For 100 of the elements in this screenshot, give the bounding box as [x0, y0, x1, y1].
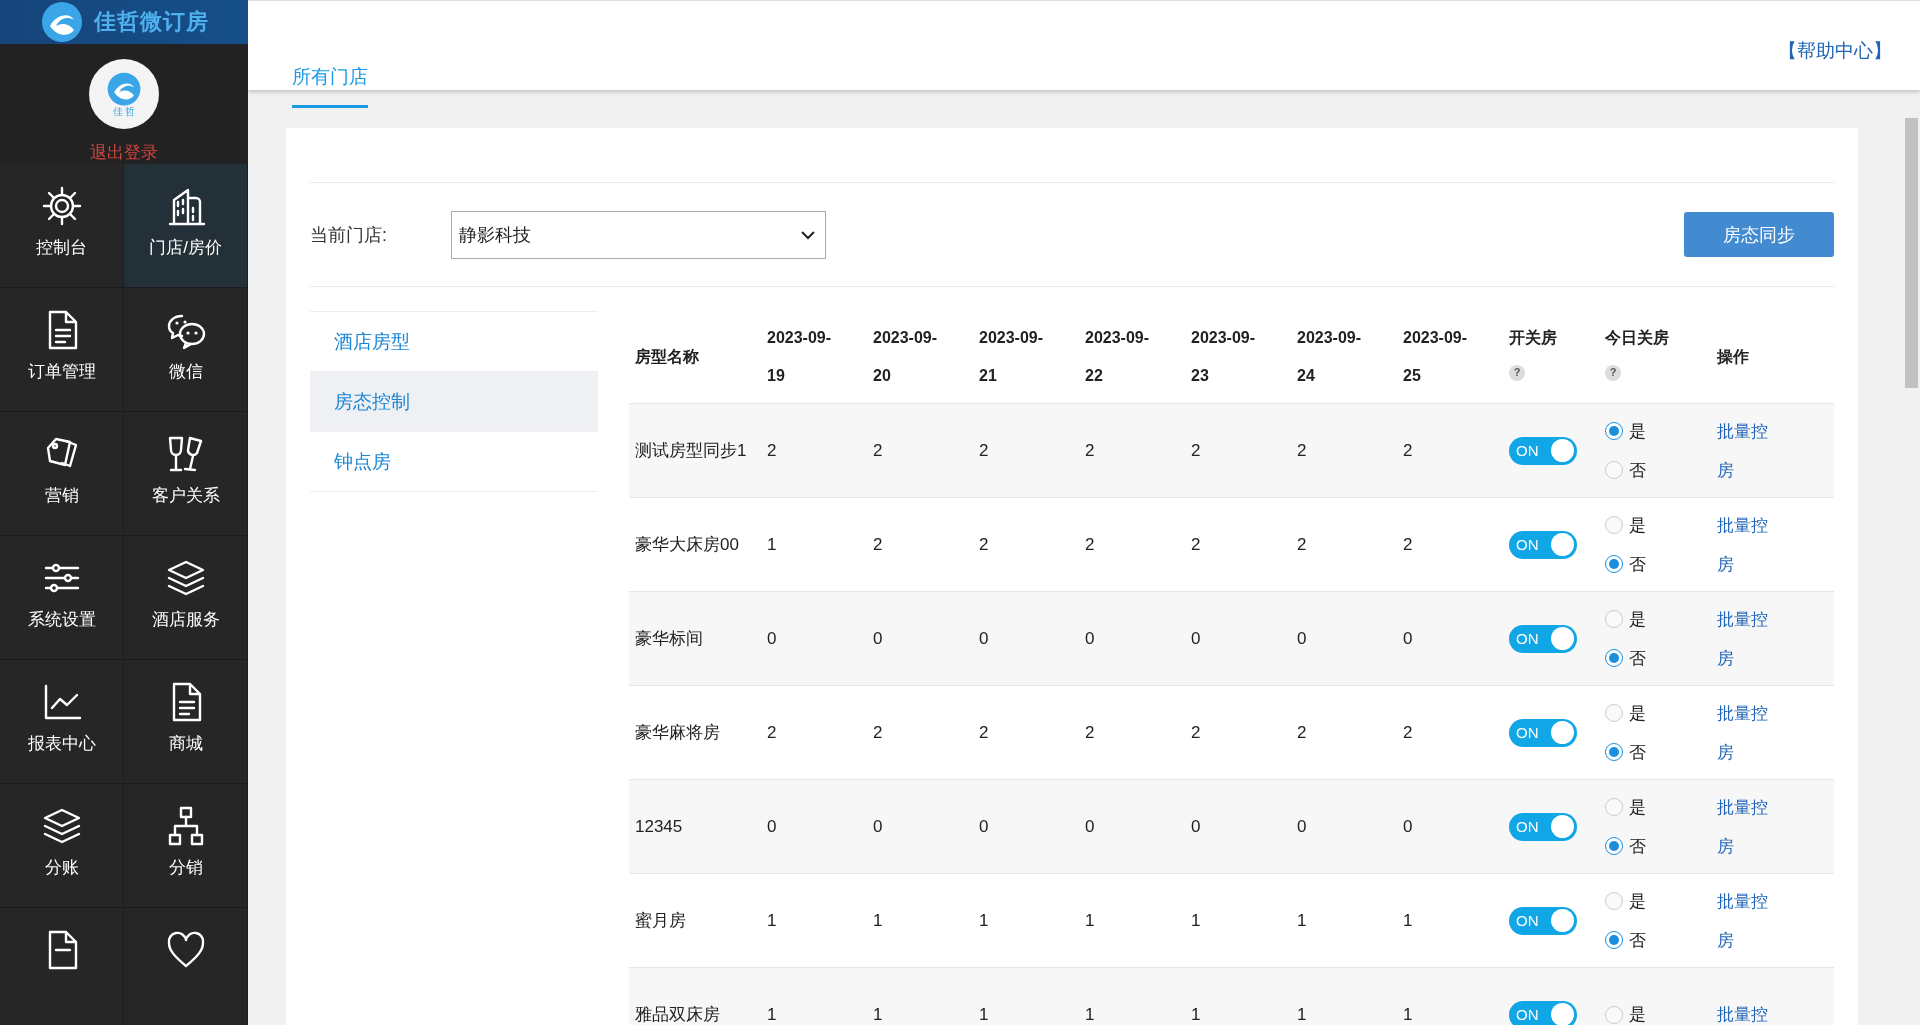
batch-control-link[interactable]: 批量控房 [1717, 693, 1783, 772]
nav-tile[interactable]: 营销 [0, 412, 124, 536]
room-count: 1 [1403, 910, 1413, 930]
radio-label: 是 [1629, 514, 1646, 537]
room-count: 1 [979, 910, 989, 930]
column-header: 操作 [1717, 347, 1750, 367]
room-count: 2 [873, 722, 883, 742]
store-tab[interactable]: 所有门店 [292, 66, 368, 108]
room-count: 2 [1297, 440, 1307, 460]
room-count: 2 [1297, 722, 1307, 742]
room-count: 1 [1191, 1004, 1201, 1024]
room-count: 0 [1191, 628, 1201, 648]
room-count: 0 [1297, 628, 1307, 648]
room-count: 1 [767, 910, 777, 930]
room-count: 1 [1085, 910, 1095, 930]
room-count: 2 [1191, 534, 1201, 554]
submenu-item[interactable]: 房态控制 [310, 372, 598, 432]
room-count: 2 [979, 440, 989, 460]
room-type-name: 豪华大床房00 [635, 535, 739, 554]
room-count: 1 [1403, 1004, 1413, 1024]
radio-button[interactable] [1605, 798, 1623, 816]
radio-button[interactable] [1605, 461, 1623, 479]
radio-button[interactable] [1605, 931, 1623, 949]
room-count: 2 [1191, 440, 1201, 460]
room-type-name: 豪华麻将房 [635, 723, 720, 742]
store-select[interactable]: 静影科技 [451, 210, 826, 259]
room-count: 0 [1191, 816, 1201, 836]
sync-button[interactable]: 房态同步 [1684, 212, 1834, 257]
batch-control-link[interactable]: 批量控房 [1717, 881, 1783, 960]
room-type-name: 雅品双床房 [635, 1005, 720, 1024]
help-icon[interactable]: ? [1509, 364, 1525, 381]
room-count: 2 [1403, 440, 1413, 460]
room-count: 2 [1085, 440, 1095, 460]
room-count: 2 [1403, 534, 1413, 554]
room-count: 1 [767, 1004, 777, 1024]
help-center-link[interactable]: 【帮助中心】 [1778, 37, 1892, 64]
column-header: 2023-09-22 [1085, 328, 1151, 386]
room-count: 2 [979, 534, 989, 554]
radio-label: 是 [1629, 420, 1646, 443]
submenu-item[interactable]: 钟点房 [310, 432, 598, 492]
column-header: 2023-09-25 [1403, 328, 1469, 386]
radio-button[interactable] [1605, 555, 1623, 573]
radio-label: 否 [1629, 929, 1646, 952]
column-header: 今日关房 [1605, 328, 1670, 348]
radio-button[interactable] [1605, 837, 1623, 855]
nav-tile[interactable]: 客户关系 [124, 412, 248, 536]
radio-button[interactable] [1605, 610, 1623, 628]
help-icon[interactable]: ? [1605, 364, 1621, 381]
radio-button[interactable] [1605, 649, 1623, 667]
radio-label: 是 [1629, 702, 1646, 725]
logo-icon [106, 71, 142, 107]
room-count: 1 [873, 910, 883, 930]
nav-tile[interactable]: 微信 [124, 288, 248, 412]
nav-tile[interactable]: 系统设置 [0, 536, 124, 660]
room-count: 0 [1297, 816, 1307, 836]
nav-tile[interactable]: 酒店服务 [124, 536, 248, 660]
room-count: 1 [1085, 1004, 1095, 1024]
nav-tile[interactable]: 门店/房价 [124, 164, 248, 288]
room-count: 0 [767, 816, 777, 836]
radio-label: 否 [1629, 647, 1646, 670]
batch-control-link[interactable]: 批量控房 [1717, 505, 1783, 584]
nav-tile[interactable]: 控制台 [0, 164, 124, 288]
radio-label: 否 [1629, 835, 1646, 858]
nav-tile[interactable]: 商城 [124, 660, 248, 784]
room-type-name: 蜜月房 [635, 911, 686, 930]
radio-button[interactable] [1605, 1005, 1623, 1024]
radio-label: 否 [1629, 741, 1646, 764]
room-count: 0 [1403, 628, 1413, 648]
room-count: 2 [873, 440, 883, 460]
room-count: 0 [1085, 816, 1095, 836]
room-count: 0 [767, 628, 777, 648]
logout-link[interactable]: 退出登录 [90, 141, 158, 164]
radio-button[interactable] [1605, 422, 1623, 440]
room-count: 2 [1297, 534, 1307, 554]
room-count: 0 [979, 628, 989, 648]
column-header: 2023-09-20 [873, 328, 939, 386]
room-count: 1 [1191, 910, 1201, 930]
room-count: 2 [767, 440, 777, 460]
nav-tile[interactable]: 分账 [0, 784, 124, 908]
room-count: 2 [979, 722, 989, 742]
nav-tile[interactable]: 订单管理 [0, 288, 124, 412]
store-label: 当前门店: [310, 223, 388, 247]
room-count: 0 [873, 628, 883, 648]
chevron-down-icon [801, 229, 815, 240]
nav-tile[interactable]: 分销 [124, 784, 248, 908]
radio-button[interactable] [1605, 704, 1623, 722]
radio-button[interactable] [1605, 892, 1623, 910]
room-type-name: 测试房型同步1 [635, 441, 747, 460]
radio-label: 是 [1629, 608, 1646, 631]
room-count: 2 [767, 722, 777, 742]
brand-name: 佳哲微订房 [93, 8, 209, 36]
radio-button[interactable] [1605, 743, 1623, 761]
column-header: 2023-09-19 [767, 328, 833, 386]
radio-label: 是 [1629, 796, 1646, 819]
radio-button[interactable] [1605, 516, 1623, 534]
room-count: 2 [1085, 722, 1095, 742]
room-count: 1 [873, 1004, 883, 1024]
room-count: 0 [873, 816, 883, 836]
nav-tile[interactable]: 报表中心 [0, 660, 124, 784]
column-header: 2023-09-21 [979, 328, 1045, 386]
